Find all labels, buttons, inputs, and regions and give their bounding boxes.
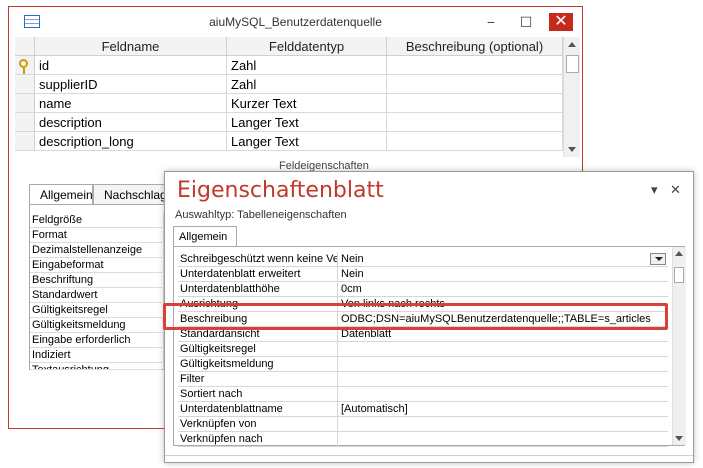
property-name: Feldgröße xyxy=(30,213,162,228)
divider xyxy=(165,455,693,456)
field-desc-cell[interactable] xyxy=(387,56,563,75)
property-value[interactable]: [Automatisch] xyxy=(339,402,668,417)
column-header-felddatentyp[interactable]: Felddatentyp xyxy=(227,37,387,56)
row-selector[interactable] xyxy=(15,113,35,132)
primary-key-icon xyxy=(19,59,28,74)
property-sheet-title: Eigenschaftenblatt xyxy=(177,178,384,203)
highlight-annotation xyxy=(163,303,668,330)
property-name: Format xyxy=(30,228,162,243)
property-value[interactable] xyxy=(339,387,668,402)
scroll-down-icon[interactable] xyxy=(568,147,576,152)
property-row[interactable]: Sortiert nach xyxy=(178,387,668,402)
field-type-cell[interactable]: Zahl xyxy=(227,56,387,75)
field-name-cell[interactable]: supplierID xyxy=(35,75,227,94)
property-name: Verknüpfen von xyxy=(178,417,338,432)
maximize-button[interactable]: ☐ xyxy=(514,13,538,31)
table-row[interactable]: id Zahl xyxy=(15,56,563,75)
property-name: Gültigkeitsmeldung xyxy=(30,318,162,333)
property-name: Schreibgeschützt wenn keine Verbindung xyxy=(180,252,338,267)
tab-allgemein[interactable]: Allgemein xyxy=(173,226,237,247)
scroll-up-icon[interactable] xyxy=(675,251,683,256)
property-name: Standardwert xyxy=(30,288,162,303)
column-header-feldname[interactable]: Feldname xyxy=(35,37,227,56)
field-name-cell[interactable]: description_long xyxy=(35,132,227,151)
property-value[interactable]: Nein xyxy=(339,267,668,282)
tab-allgemein[interactable]: Allgemein xyxy=(29,184,93,204)
property-row[interactable]: Verknüpfen von xyxy=(178,417,668,432)
property-row[interactable]: Schreibgeschützt wenn keine Verbindung N… xyxy=(178,252,668,267)
table-row[interactable]: description_long Langer Text xyxy=(15,132,563,151)
title-bar: aiuMySQL_Benutzerdatenquelle − ☐ ✕ xyxy=(9,7,582,37)
scroll-up-icon[interactable] xyxy=(568,42,576,47)
close-icon[interactable]: ✕ xyxy=(670,182,681,198)
field-name-cell[interactable]: name xyxy=(35,94,227,113)
table-row[interactable]: supplierID Zahl xyxy=(15,75,563,94)
property-name: Indiziert xyxy=(30,348,162,363)
property-row[interactable]: Unterdatenblattname [Automatisch] xyxy=(178,402,668,417)
field-type-cell[interactable]: Langer Text xyxy=(227,113,387,132)
scrollbar-thumb[interactable] xyxy=(566,55,579,73)
property-name: Unterdatenblatt erweitert xyxy=(178,267,338,282)
scrollbar-thumb[interactable] xyxy=(674,267,684,283)
field-desc-cell[interactable] xyxy=(387,75,563,94)
property-name: Verknüpfen nach xyxy=(178,432,338,447)
field-type-cell[interactable]: Langer Text xyxy=(227,132,387,151)
property-name: Unterdatenblatthöhe xyxy=(178,282,338,297)
property-row[interactable]: Filter xyxy=(178,372,668,387)
field-desc-cell[interactable] xyxy=(387,113,563,132)
property-name: Dezimalstellenanzeige xyxy=(30,243,162,258)
row-selector-header xyxy=(15,37,35,56)
field-properties-list: Feldgröße L Format Dezimalstellenanzeige… xyxy=(29,204,179,370)
property-row[interactable]: Gültigkeitsregel xyxy=(178,342,668,357)
field-type-cell[interactable]: Zahl xyxy=(227,75,387,94)
property-row[interactable]: Gültigkeitsmeldung xyxy=(178,357,668,372)
field-desc-cell[interactable] xyxy=(387,94,563,113)
table-row[interactable]: name Kurzer Text xyxy=(15,94,563,113)
property-name: Sortiert nach xyxy=(178,387,338,402)
property-value[interactable] xyxy=(339,372,668,387)
property-row[interactable]: Verknüpfen nach xyxy=(178,432,668,447)
dropdown-button[interactable] xyxy=(650,253,666,265)
close-button[interactable]: ✕ xyxy=(549,13,573,31)
field-name-cell[interactable]: id xyxy=(35,56,227,75)
field-desc-cell[interactable] xyxy=(387,132,563,151)
property-name: Filter xyxy=(178,372,338,387)
field-type-cell[interactable]: Kurzer Text xyxy=(227,94,387,113)
row-selector[interactable] xyxy=(15,94,35,113)
property-name: Eingabeformat xyxy=(30,258,162,273)
minimize-button[interactable]: − xyxy=(479,13,503,31)
row-selector[interactable] xyxy=(15,56,35,75)
property-value[interactable] xyxy=(339,342,668,357)
property-name: Textausrichtung xyxy=(30,363,162,370)
property-name: Gültigkeitsregel xyxy=(30,303,162,318)
grid-scrollbar[interactable] xyxy=(563,37,580,157)
property-value[interactable]: 0cm xyxy=(339,282,668,297)
property-row[interactable]: Unterdatenblatt erweitert Nein xyxy=(178,267,668,282)
table-row[interactable]: description Langer Text xyxy=(15,113,563,132)
property-row[interactable]: Unterdatenblatthöhe 0cm xyxy=(178,282,668,297)
property-value[interactable] xyxy=(339,357,668,372)
row-selector[interactable] xyxy=(15,75,35,94)
property-name: Eingabe erforderlich xyxy=(30,333,162,348)
property-list: Schreibgeschützt wenn keine Verbindung N… xyxy=(173,246,686,447)
selection-type-label: Auswahltyp: Tabelleneigenschaften xyxy=(175,209,347,221)
property-scrollbar[interactable] xyxy=(672,247,686,445)
property-value-dropdown[interactable]: Nein xyxy=(339,252,668,267)
property-name: Gültigkeitsmeldung xyxy=(178,357,338,372)
property-name: Beschriftung xyxy=(30,273,162,288)
property-value[interactable] xyxy=(339,432,668,447)
row-selector[interactable] xyxy=(15,132,35,151)
field-name-cell[interactable]: description xyxy=(35,113,227,132)
scroll-down-icon[interactable] xyxy=(675,436,683,441)
property-value[interactable] xyxy=(339,417,668,432)
property-value: Nein xyxy=(341,253,364,265)
chevron-down-icon[interactable]: ▾ xyxy=(651,182,658,198)
tab-nachschlagen[interactable]: Nachschlag xyxy=(93,184,173,204)
property-name: Gültigkeitsregel xyxy=(178,342,338,357)
column-header-beschreibung[interactable]: Beschreibung (optional) xyxy=(387,37,563,56)
property-name: Unterdatenblattname xyxy=(178,402,338,417)
